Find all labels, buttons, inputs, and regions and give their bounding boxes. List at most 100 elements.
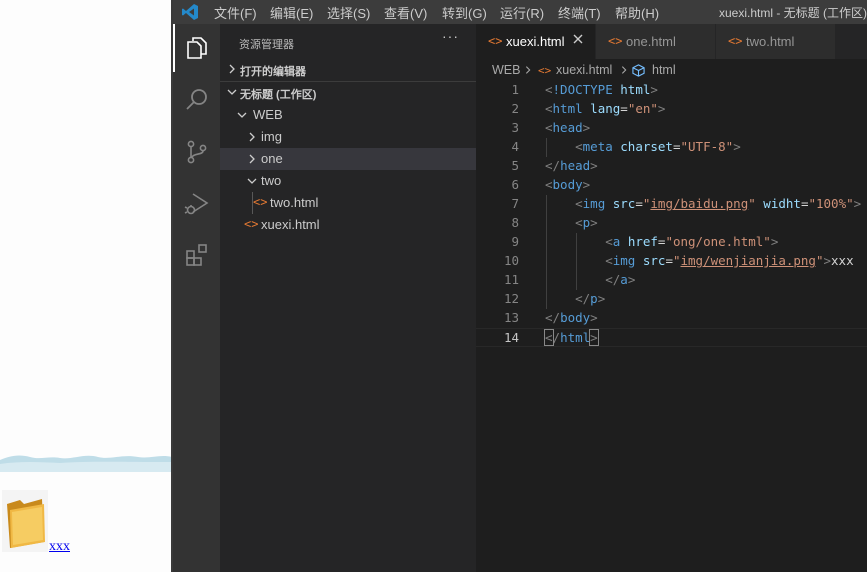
code-token: img	[612, 253, 643, 268]
code-token: "UTF-8"	[680, 139, 734, 154]
editor-area: <> xuexi.html <> one.html <> two.html WE…	[476, 24, 867, 572]
tree-folder-one[interactable]: one	[220, 148, 476, 170]
code-text: <head>	[545, 120, 590, 135]
menu-run[interactable]: 运行(R)	[500, 3, 544, 22]
menu-go[interactable]: 转到(G)	[442, 3, 487, 22]
tab-xuexi-html[interactable]: <> xuexi.html	[476, 24, 596, 59]
code-text: </p>	[545, 291, 605, 306]
more-actions-icon[interactable]: ···	[442, 28, 459, 44]
workspace-label: 无标题 (工作区)	[240, 89, 317, 101]
code-line[interactable]: 1 <!DOCTYPE html>	[476, 81, 867, 100]
tree-label: xuexi.html	[261, 217, 320, 232]
menu-file[interactable]: 文件(F)	[214, 3, 257, 22]
code-line[interactable]: 8 <p>	[476, 214, 867, 233]
code-text: <p>	[545, 215, 598, 230]
indent-guide	[546, 214, 547, 233]
code-line[interactable]: 6 <body>	[476, 176, 867, 195]
code-token: p	[590, 291, 598, 306]
code-line[interactable]: 9 <a href="ong/one.html">	[476, 233, 867, 252]
menu-terminal[interactable]: 终端(T)	[558, 3, 601, 22]
code-line[interactable]: 4 <meta charset="UTF-8">	[476, 138, 867, 157]
code-token: lang	[590, 101, 621, 116]
open-editors-section[interactable]: 打开的编辑器	[220, 59, 476, 81]
code-line[interactable]: 13 </body>	[476, 309, 867, 328]
indent-guide	[576, 252, 578, 271]
code-token: xxx	[831, 253, 854, 268]
tree-file-two-html[interactable]: <> two.html	[220, 192, 476, 214]
tree-folder-img[interactable]: img	[220, 126, 476, 148]
line-number: 12	[503, 291, 519, 306]
line-number: 14	[503, 330, 519, 345]
page-link-xxx[interactable]: xxx	[49, 539, 70, 555]
menu-help[interactable]: 帮助(H)	[615, 3, 659, 22]
indent-guide	[546, 138, 547, 157]
code-token: =	[635, 196, 643, 211]
menu-selection[interactable]: 选择(S)	[327, 3, 370, 22]
chevron-down-icon	[237, 112, 247, 118]
baidu-banner-image	[0, 455, 172, 472]
code-token: >	[823, 253, 832, 268]
folder-image[interactable]	[2, 490, 48, 552]
code-token: "en"	[627, 101, 658, 116]
menu-view[interactable]: 查看(V)	[384, 3, 427, 22]
code-editor[interactable]: 1 <!DOCTYPE html> 2 <html lang="en"> 3 <head>…	[476, 81, 867, 381]
code-token: >	[590, 310, 598, 325]
code-token: "	[748, 196, 756, 211]
workspace-section[interactable]: 无标题 (工作区)	[220, 82, 476, 104]
code-token: href	[627, 234, 658, 249]
line-number: 3	[511, 120, 519, 135]
code-token: >	[733, 139, 741, 154]
files-icon	[186, 37, 207, 59]
chevron-down-icon	[227, 89, 237, 95]
html-file-icon: <>	[253, 195, 268, 209]
breadcrumb: WEB <> xuexi.html html	[476, 59, 867, 81]
code-text: <img src="img/baidu.png" widht="100%">	[545, 196, 861, 211]
code-line[interactable]: 14 </html>	[476, 328, 867, 347]
code-line[interactable]: 10 <img src="img/wenjianjia.png">xxx	[476, 252, 867, 271]
code-text: <!DOCTYPE html>	[545, 82, 658, 97]
line-number: 13	[503, 310, 519, 325]
window-title: xuexi.html - 无标题 (工作区)	[719, 6, 867, 20]
code-token: <	[575, 215, 583, 230]
extensions-icon	[185, 244, 207, 266]
code-text: </body>	[545, 310, 598, 325]
code-token: widht	[763, 196, 801, 211]
code-text: </html>	[544, 329, 599, 346]
source-control-button[interactable]	[173, 128, 220, 176]
indent-guide	[576, 271, 578, 290]
tab-one-html[interactable]: <> one.html	[596, 24, 716, 59]
tree-file-xuexi-html[interactable]: <> xuexi.html	[220, 214, 476, 236]
code-line[interactable]: 2 <html lang="en">	[476, 100, 867, 119]
code-token: >	[590, 158, 598, 173]
close-icon[interactable]	[571, 32, 585, 46]
tree-label: WEB	[253, 107, 283, 122]
extensions-button[interactable]	[173, 232, 220, 280]
tree-folder-web[interactable]: WEB	[220, 104, 476, 126]
code-line[interactable]: 5 </head>	[476, 157, 867, 176]
activity-bar	[173, 24, 220, 572]
code-line[interactable]: 11 </a>	[476, 271, 867, 290]
vscode-window: 文件(F) 编辑(E) 选择(S) 查看(V) 转到(G) 运行(R) 终端(T…	[173, 0, 867, 572]
code-token: >	[589, 329, 599, 346]
line-number: 4	[511, 139, 519, 154]
menu-edit[interactable]: 编辑(E)	[270, 3, 313, 22]
code-token: body	[560, 310, 591, 325]
tab-two-html[interactable]: <> two.html	[716, 24, 836, 59]
code-token: >	[627, 272, 636, 287]
explorer-title: 资源管理器	[239, 39, 294, 51]
code-line[interactable]: 12 </p>	[476, 290, 867, 309]
breadcrumb-xuexi-html[interactable]: xuexi.html	[556, 63, 612, 77]
search-button[interactable]	[173, 76, 220, 124]
breadcrumb-web[interactable]: WEB	[492, 63, 520, 77]
code-token: </	[545, 310, 561, 325]
explorer-button[interactable]	[173, 24, 220, 72]
tree-folder-two[interactable]: two	[220, 170, 476, 192]
line-number: 7	[511, 196, 519, 211]
code-line[interactable]: 7 <img src="img/baidu.png" widht="100%">	[476, 195, 867, 214]
run-debug-button[interactable]	[173, 180, 220, 228]
code-token: "ong/one.html"	[665, 234, 771, 249]
breadcrumb-html[interactable]: html	[652, 63, 676, 77]
code-line[interactable]: 3 <head>	[476, 119, 867, 138]
